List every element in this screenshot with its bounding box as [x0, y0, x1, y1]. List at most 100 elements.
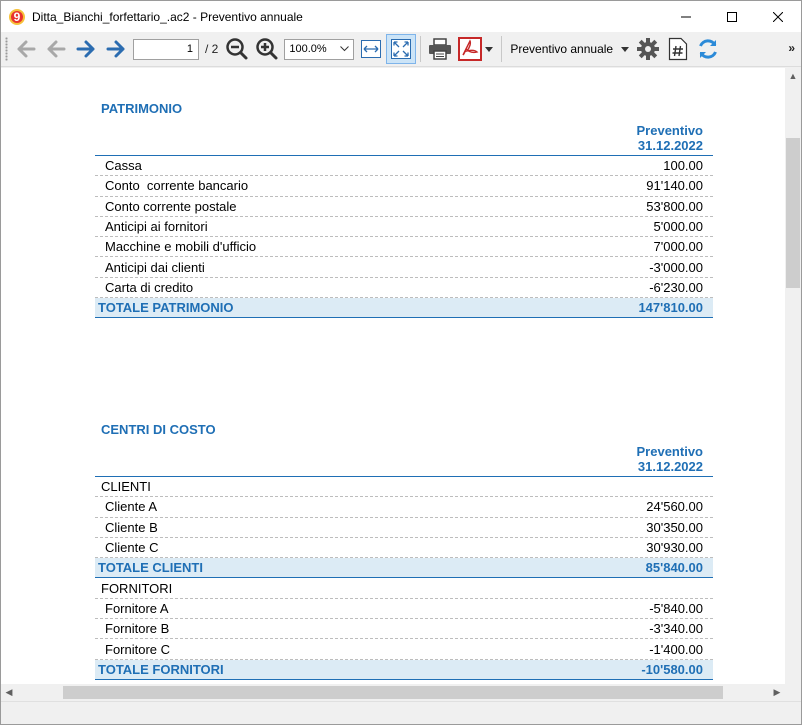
pdf-icon: [458, 37, 483, 61]
table-row: Fornitore C -1'400.00: [95, 639, 713, 660]
caret-down-icon: [485, 46, 494, 52]
group-label: CLIENTI: [101, 479, 151, 495]
close-button[interactable]: [755, 1, 801, 32]
first-page-icon: [17, 40, 36, 58]
row-value: 91'140.00: [646, 178, 703, 194]
refresh-button[interactable]: [693, 34, 723, 64]
table-row: Conto corrente postale 53'800.00: [95, 197, 713, 217]
print-icon: [429, 38, 452, 60]
row-value: 30'350.00: [646, 519, 703, 535]
column-header-line1: Preventivo: [636, 444, 703, 459]
scrollbar-corner: [785, 684, 801, 701]
patrimonio-section: PATRIMONIO Preventivo 31.12.2022 Cassa 10…: [95, 101, 713, 319]
row-label: Cliente A: [105, 499, 158, 515]
table-row: Anticipi dai clienti -3'000.00: [95, 257, 713, 278]
total-value: 85'840.00: [645, 560, 703, 576]
vertical-scrollbar[interactable]: ▲: [785, 68, 801, 684]
row-value: 5'000.00: [653, 219, 703, 235]
table-row: Macchine e mobili d'ufficio 7'000.00: [95, 237, 713, 258]
zoom-value: 100.0%: [289, 43, 327, 55]
group-label: FORNITORI: [101, 580, 173, 596]
row-value: 24'560.00: [646, 499, 703, 515]
row-value: -1'400.00: [649, 641, 703, 657]
fit-width-button[interactable]: [356, 34, 386, 64]
horizontal-scroll-thumb[interactable]: [63, 686, 723, 699]
minimize-button[interactable]: [663, 1, 709, 32]
zoom-out-icon: [226, 38, 248, 60]
row-label: Carta di credito: [105, 279, 194, 295]
table-row: Fornitore B -3'340.00: [95, 619, 713, 640]
toolbar-overflow-icon[interactable]: »: [788, 41, 795, 55]
export-dropdown-button[interactable]: [485, 34, 495, 64]
group-header-row: CLIENTI: [95, 477, 713, 498]
chevron-down-icon: [340, 46, 350, 52]
section-title: PATRIMONIO: [101, 101, 183, 116]
report-type-select[interactable]: Preventivo annuale: [506, 37, 633, 61]
report-type-label: Preventivo annuale: [510, 42, 614, 56]
group-header-row: FORNITORI: [95, 578, 713, 599]
total-value: 147'810.00: [638, 300, 703, 316]
row-value: 100.00: [663, 158, 703, 174]
first-page-button[interactable]: [11, 34, 41, 64]
toolbar-separator: [501, 36, 503, 62]
table-row: Cliente B 30'350.00: [95, 518, 713, 538]
fit-page-button[interactable]: [386, 34, 417, 64]
last-page-icon: [106, 40, 125, 58]
minimize-icon: [681, 16, 691, 17]
row-label: Fornitore A: [105, 600, 169, 616]
report-preview[interactable]: PATRIMONIO Preventivo 31.12.2022 Cassa 10…: [1, 68, 785, 684]
horizontal-scrollbar[interactable]: ◀ ▶: [1, 684, 785, 701]
scroll-up-icon[interactable]: ▲: [785, 68, 801, 84]
status-bar: [1, 701, 801, 724]
scroll-right-icon[interactable]: ▶: [769, 684, 785, 701]
row-label: Cliente B: [105, 519, 158, 535]
table-row: Anticipi ai fornitori 5'000.00: [95, 217, 713, 238]
row-value: -3'340.00: [649, 621, 703, 637]
row-label: Macchine e mobili d'ufficio: [105, 239, 257, 255]
caret-down-icon: [621, 46, 630, 52]
fit-page-icon: [391, 39, 412, 59]
table-row: Fornitore A -5'840.00: [95, 599, 713, 620]
previous-page-icon: [47, 40, 66, 58]
scroll-left-icon[interactable]: ◀: [1, 684, 17, 701]
total-row: TOTALE PATRIMONIO 147'810.00: [95, 298, 713, 319]
last-page-button[interactable]: [101, 34, 131, 64]
row-value: 53'800.00: [646, 198, 703, 214]
zoom-in-icon: [256, 38, 278, 60]
settings-button[interactable]: [633, 34, 663, 64]
column-header: Preventivo 31.12.2022: [95, 444, 713, 477]
app-logo-icon: 9: [9, 8, 25, 25]
zoom-out-button[interactable]: [222, 34, 252, 64]
previous-page-button[interactable]: [41, 34, 71, 64]
refresh-icon: [699, 39, 717, 59]
row-value: -6'230.00: [649, 279, 703, 295]
section-title: CENTRI DI COSTO: [101, 422, 216, 437]
centri-di-costo-section: CENTRI DI COSTO Preventivo 31.12.2022 CL…: [95, 422, 713, 680]
page-total-label: / 2: [205, 42, 219, 56]
print-button[interactable]: [425, 34, 455, 64]
page-number-input[interactable]: 1: [133, 38, 199, 60]
zoom-in-button[interactable]: [252, 34, 282, 64]
toolbar: 1 / 2 100.0% Preventivo annuale »: [1, 32, 801, 67]
maximize-button[interactable]: [709, 1, 755, 32]
next-page-button[interactable]: [71, 34, 101, 64]
vertical-scroll-thumb[interactable]: [786, 138, 800, 288]
table-row: Cliente A 24'560.00: [95, 497, 713, 518]
row-value: -3'000.00: [649, 259, 703, 275]
table-row: Conto corrente bancario 91'140.00: [95, 176, 713, 197]
row-value: 7'000.00: [653, 239, 703, 255]
row-label: Anticipi ai fornitori: [105, 219, 208, 235]
export-pdf-button[interactable]: [455, 34, 485, 64]
row-label: Anticipi dai clienti: [105, 259, 205, 275]
column-header-line2: 31.12.2022: [637, 138, 703, 153]
total-value: -10'580.00: [641, 661, 703, 677]
total-label: TOTALE FORNITORI: [98, 661, 224, 677]
maximize-icon: [727, 11, 737, 22]
zoom-select[interactable]: 100.0%: [284, 38, 355, 60]
title-bar: 9 Ditta_Bianchi_forfettario_.ac2 - Preve…: [1, 1, 801, 32]
numbering-button[interactable]: [663, 34, 693, 64]
toolbar-grip[interactable]: [5, 37, 8, 61]
column-header: Preventivo 31.12.2022: [95, 123, 713, 156]
table-row: Cliente C 30'930.00: [95, 538, 713, 559]
settings-icon: [637, 38, 660, 60]
